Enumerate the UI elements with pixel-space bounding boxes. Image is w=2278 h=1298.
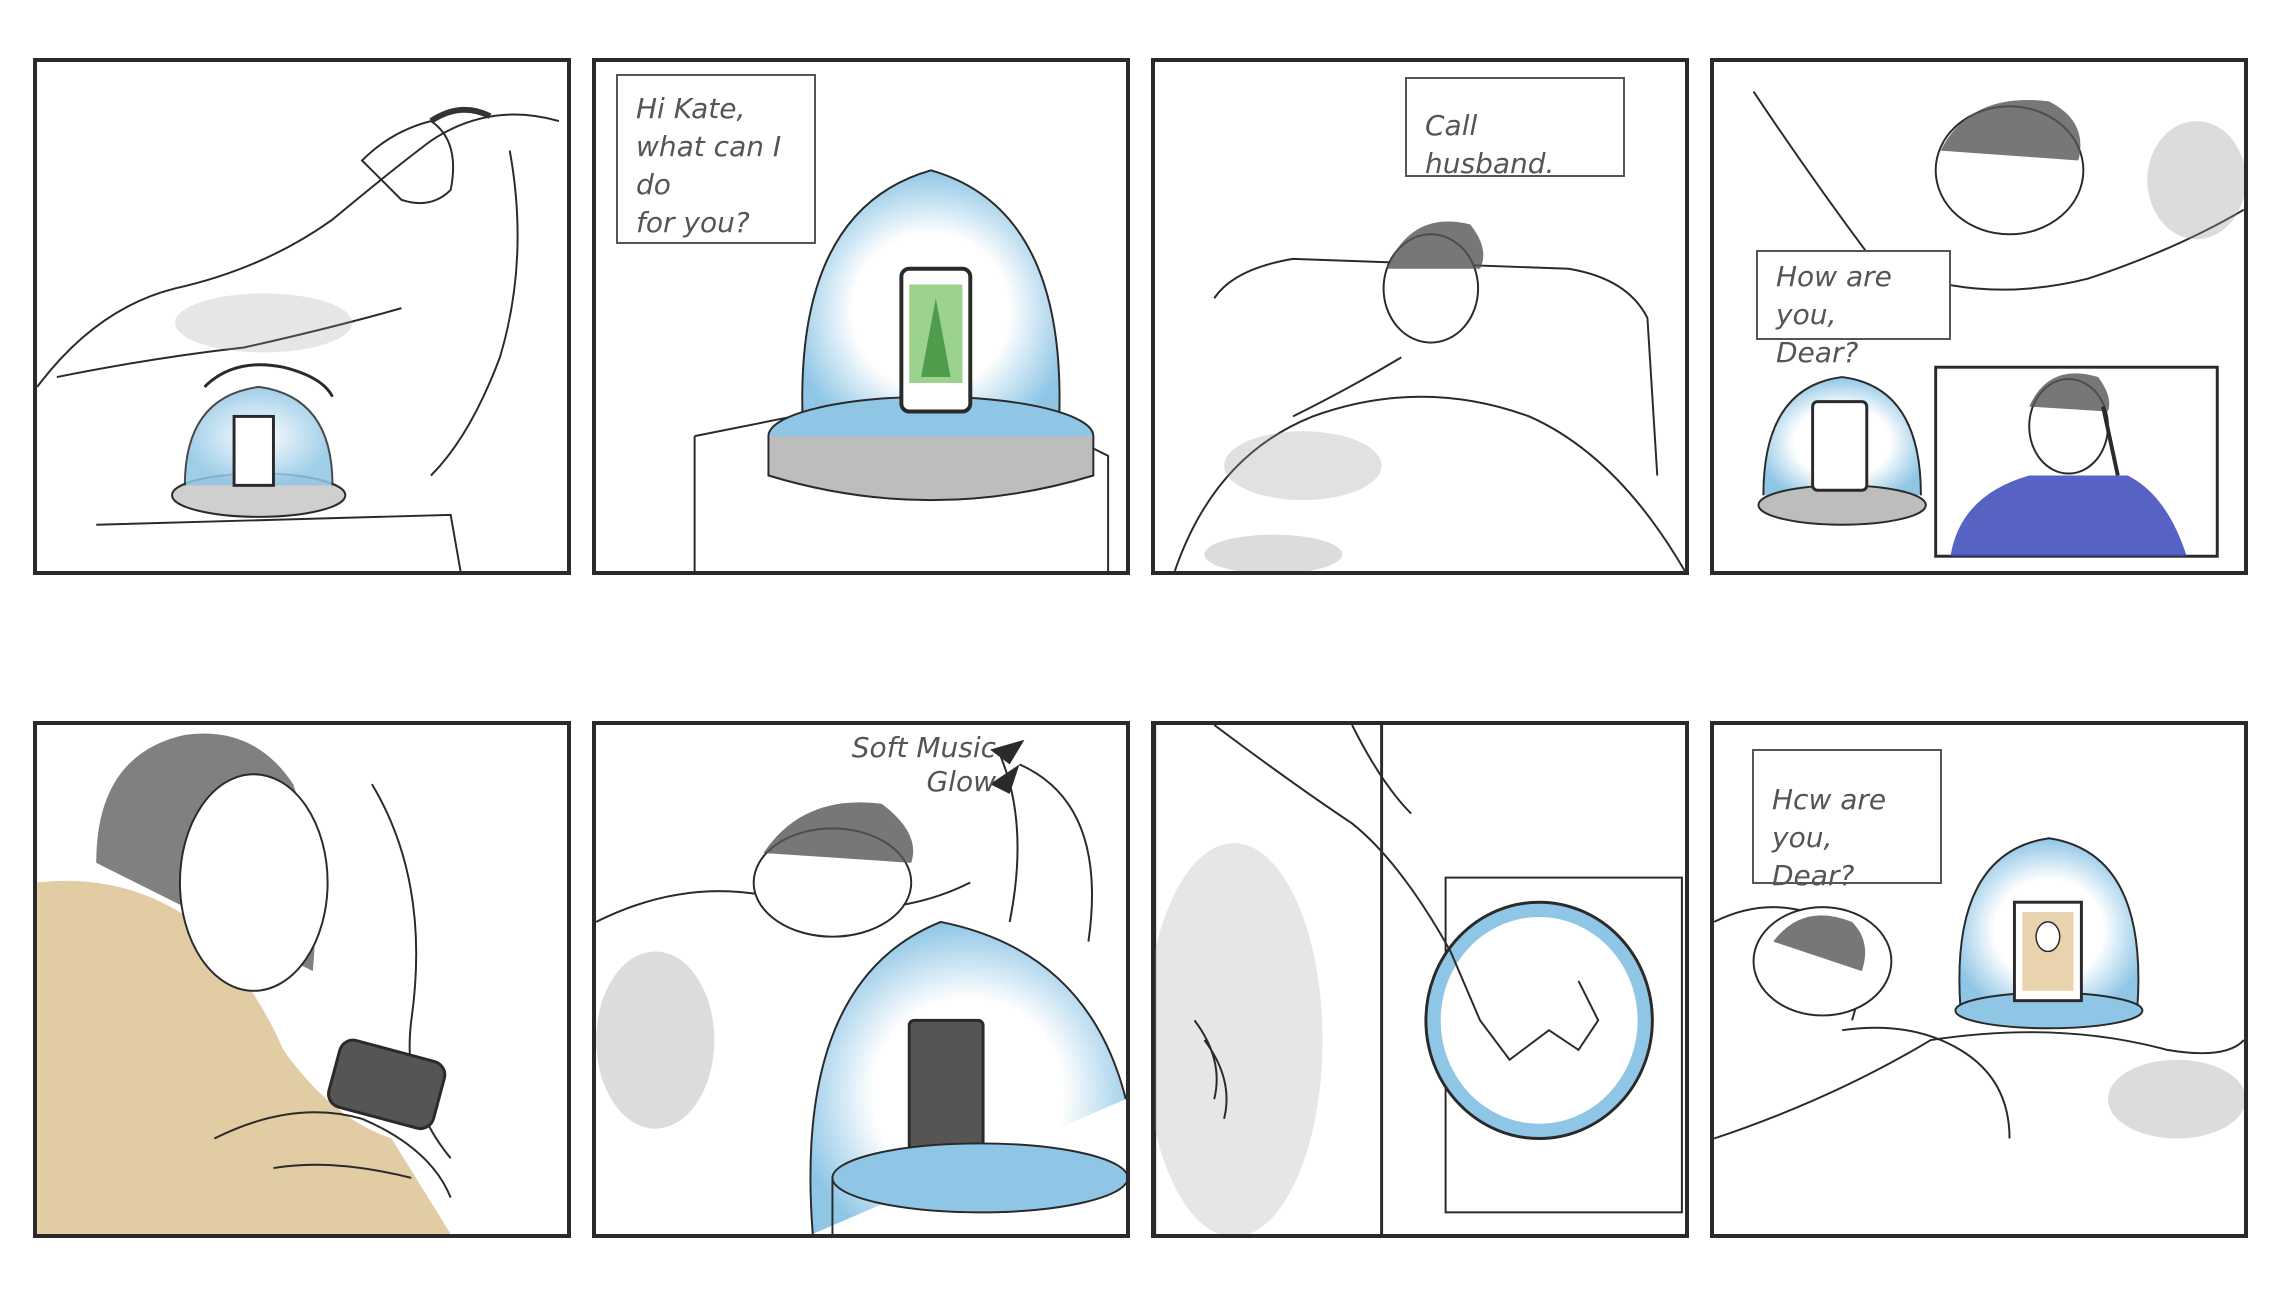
storyboard-panel-6: Soft Music Glow (592, 721, 1130, 1238)
storyboard-panel-7 (1151, 721, 1689, 1238)
caption-soft-music-glow: Soft Music Glow (851, 731, 996, 798)
storyboard-panel-5 (33, 721, 571, 1238)
storyboard-panel-3: Call husband. (1151, 58, 1689, 575)
storyboard-panel-2: Hi Kate, what can I do for you? (592, 58, 1130, 575)
sketch-woman-touching-globe (37, 106, 560, 571)
sketch-woman-with-phone (37, 733, 452, 1234)
speech-bubble-device: Hi Kate, what can I do for you? (616, 74, 816, 244)
storyboard-panel-4: How are you, Dear? (1710, 58, 2248, 575)
sketch-hand-on-globe (1155, 725, 1683, 1234)
storyboard-panel-1 (33, 58, 571, 575)
storyboard-panel-8: Hcw are you, Dear? (1710, 721, 2248, 1238)
speech-bubble-call-husband: Call husband. (1405, 77, 1625, 180)
speech-bubble-how-are-you: How are you, Dear? (1756, 250, 1951, 369)
speech-bubble-how-are-you-reply: Hcw are you, Dear? (1752, 749, 1942, 892)
